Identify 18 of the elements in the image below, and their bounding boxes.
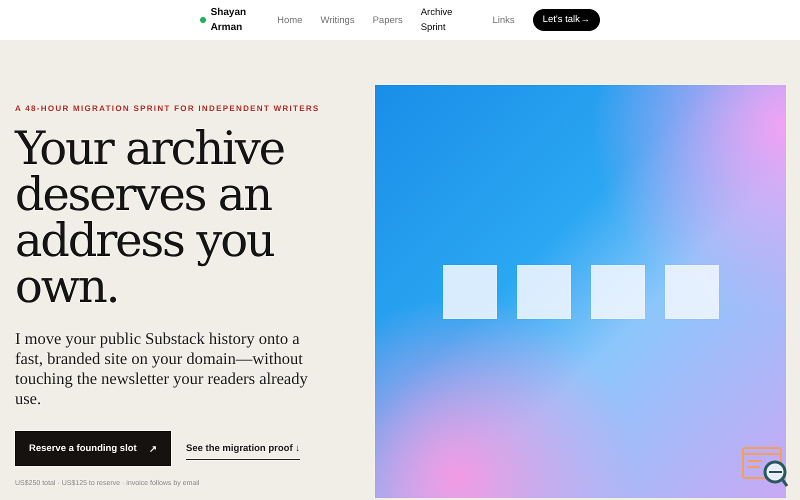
- nav-link[interactable]: Papers: [372, 12, 403, 28]
- nav-link[interactable]: Writings: [320, 12, 355, 28]
- square-tile-icon: [590, 264, 644, 318]
- hero-paragraph: I move your public Substack history onto a fast, branded site on your domain—without touching the newsletter your readers already use.: [15, 329, 309, 409]
- nav-link[interactable]: Archive Sprint: [420, 5, 462, 35]
- reserve-slot-button[interactable]: Reserve a founding slot ↗: [15, 431, 171, 466]
- nav-link[interactable]: Links: [492, 12, 515, 28]
- eyebrow-text: A 48-HOUR MIGRATION SPRINT FOR INDEPENDENT WRITERS: [15, 104, 321, 113]
- lets-talk-button[interactable]: Let's talk→: [532, 9, 600, 31]
- square-tile-icon: [664, 264, 718, 318]
- square-tile-icon: [516, 264, 570, 318]
- nav-link[interactable]: Home: [277, 12, 302, 28]
- search-window-icon[interactable]: [742, 446, 790, 490]
- status-dot-icon: [200, 17, 206, 23]
- square-tile-icon: [442, 264, 496, 318]
- brand-link[interactable]: Shayan Arman: [210, 5, 256, 35]
- hero-heading: Your archive deserves an address you own.: [15, 125, 286, 309]
- migration-proof-link[interactable]: See the migration proof ↓: [186, 443, 300, 460]
